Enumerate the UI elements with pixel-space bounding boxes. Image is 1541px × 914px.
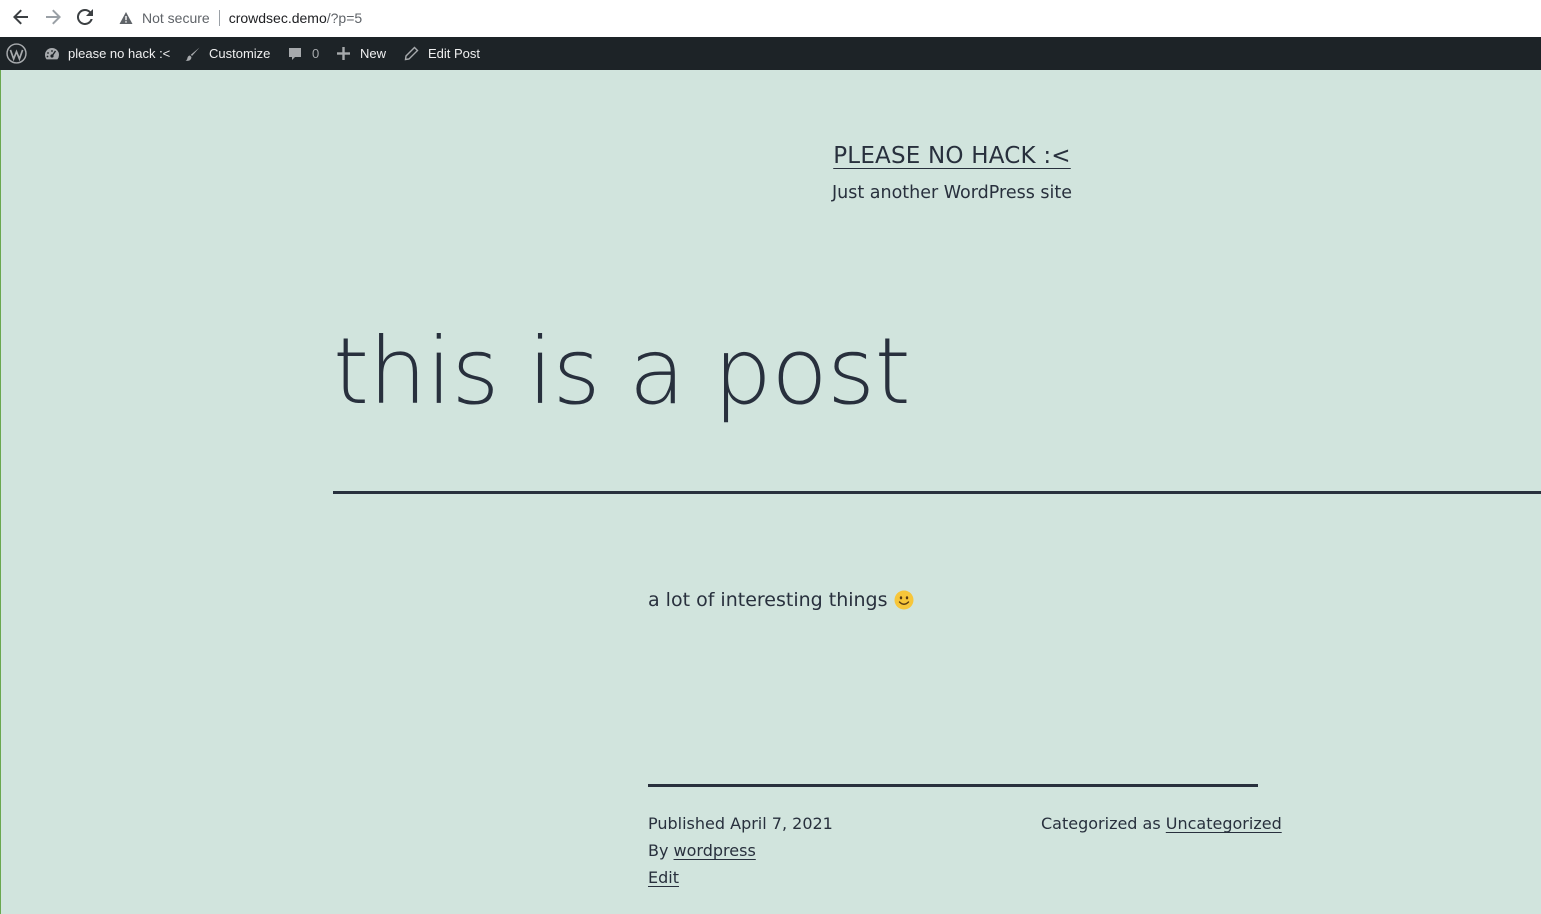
post-content-text: a lot of interesting things [648, 589, 888, 611]
post-title: this is a post [333, 318, 911, 425]
edit-post-label: Edit Post [428, 46, 481, 61]
brush-icon [185, 47, 200, 61]
browser-toolbar: Not secure crowdsec.demo/?p=5 [0, 0, 1541, 38]
post-content: a lot of interesting things [648, 589, 914, 611]
back-icon[interactable] [9, 5, 33, 29]
site-title-link[interactable]: PLEASE NO HACK :< [0, 143, 1541, 169]
url-path: /?p=5 [326, 10, 363, 26]
categorized-prefix: Categorized as [1041, 814, 1161, 833]
new-label: New [360, 46, 387, 61]
comment-icon [289, 47, 301, 60]
customize-button[interactable]: Customize [184, 37, 270, 70]
wordpress-logo-icon[interactable] [6, 37, 27, 70]
site-name-menu[interactable]: please no hack :< [43, 37, 170, 70]
plus-icon [337, 47, 350, 60]
omnibox-divider [218, 10, 220, 26]
author-meta: By wordpress [648, 841, 756, 860]
warning-icon[interactable] [119, 11, 133, 25]
edit-meta: Edit [648, 868, 679, 887]
comments-button[interactable]: 0 [287, 37, 319, 70]
published-prefix: Published [648, 814, 726, 833]
edit-link[interactable]: Edit [648, 868, 679, 887]
pencil-icon [404, 46, 419, 61]
security-status[interactable]: Not secure [142, 10, 210, 26]
comments-count: 0 [312, 46, 320, 61]
forward-icon[interactable] [41, 5, 65, 29]
new-content-button[interactable]: New [336, 37, 386, 70]
published-date: April 7, 2021 [730, 814, 833, 833]
smiley-emoji-icon [894, 590, 914, 610]
address-bar[interactable]: Not secure crowdsec.demo/?p=5 [108, 3, 1541, 33]
author-prefix: By [648, 841, 669, 860]
customize-label: Customize [209, 46, 271, 61]
window-edge [0, 0, 1, 914]
author-link[interactable]: wordpress [674, 841, 756, 860]
site-description: Just another WordPress site [831, 183, 1072, 203]
category-link[interactable]: Uncategorized [1166, 814, 1282, 833]
site-name-label: please no hack :< [68, 46, 171, 61]
url-host: crowdsec.demo [228, 10, 327, 26]
category-meta: Categorized as Uncategorized [1041, 814, 1282, 833]
published-meta: Published April 7, 2021 [648, 814, 833, 833]
wp-admin-bar: please no hack :< Customize 0 New Edit P… [0, 37, 1541, 70]
title-divider [333, 491, 1541, 494]
reload-icon[interactable] [73, 5, 97, 29]
edit-post-button[interactable]: Edit Post [404, 37, 480, 70]
footer-divider [648, 784, 1258, 787]
dashboard-icon [45, 47, 59, 59]
